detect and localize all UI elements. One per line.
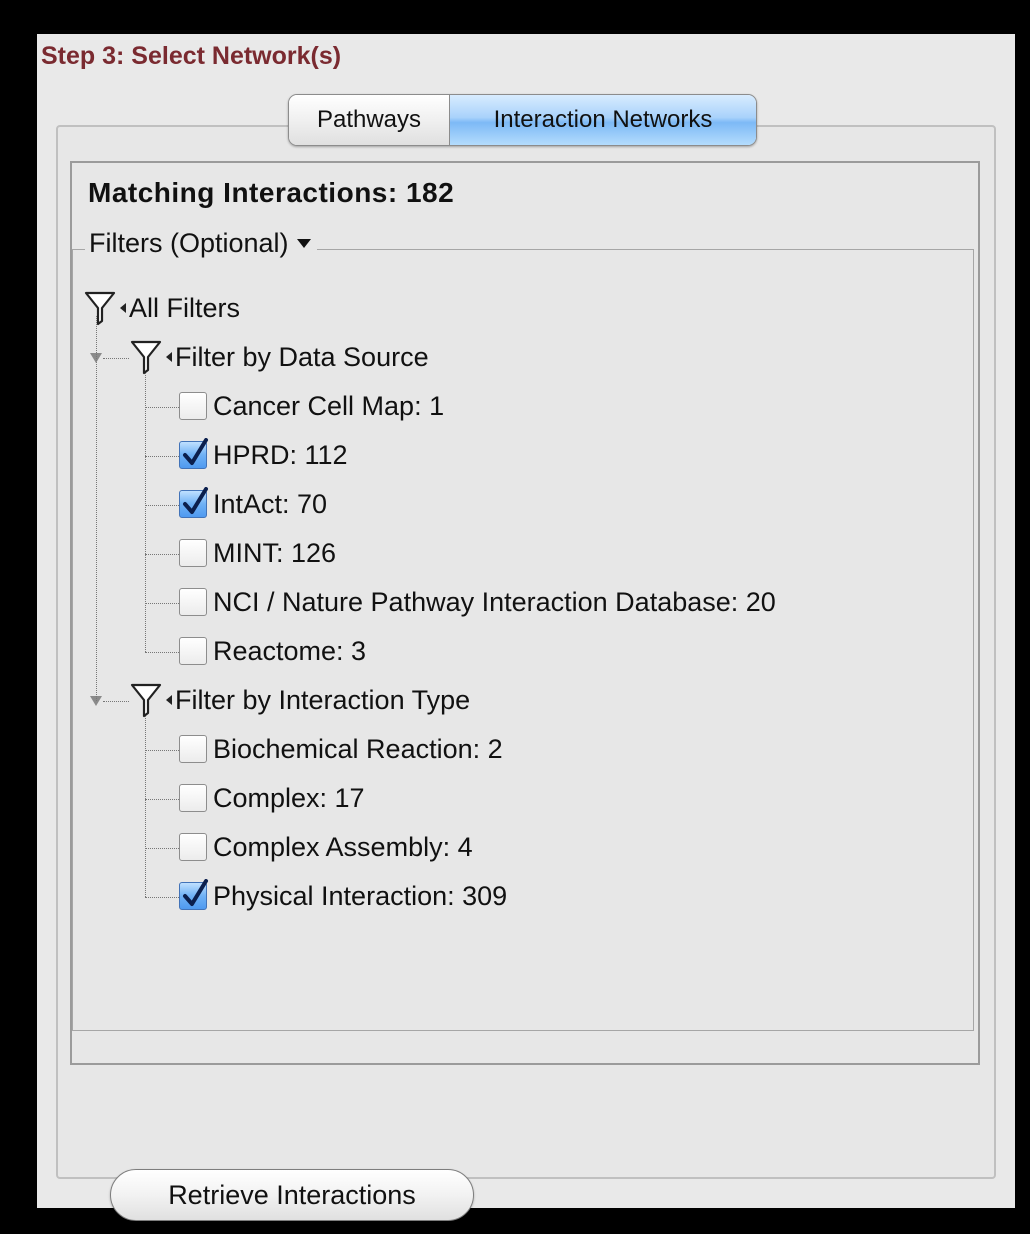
tree-connector bbox=[96, 316, 97, 701]
tree-connector bbox=[145, 554, 179, 555]
filter-checkbox[interactable] bbox=[179, 879, 208, 910]
filter-checkbox[interactable] bbox=[179, 833, 207, 861]
tree-connector bbox=[145, 456, 179, 457]
filter-item-label: NCI / Nature Pathway Interaction Databas… bbox=[213, 586, 776, 617]
funnel-icon bbox=[129, 337, 175, 377]
filter-item-complex-assembly[interactable]: Complex Assembly: 4 bbox=[179, 827, 473, 867]
filter-checkbox[interactable] bbox=[179, 784, 207, 812]
tree-connector bbox=[145, 505, 179, 506]
filter-item-hprd[interactable]: HPRD: 112 bbox=[179, 435, 348, 475]
filter-group-label: Filter by Interaction Type bbox=[175, 684, 471, 715]
filter-checkbox[interactable] bbox=[179, 588, 207, 616]
filter-item-label: Cancer Cell Map: 1 bbox=[213, 390, 445, 421]
retrieve-interactions-button[interactable]: Retrieve Interactions bbox=[110, 1169, 474, 1221]
filter-checkbox[interactable] bbox=[179, 438, 208, 469]
filter-item-reactome[interactable]: Reactome: 3 bbox=[179, 631, 366, 671]
filter-checkbox[interactable] bbox=[179, 392, 207, 420]
filter-item-complex[interactable]: Complex: 17 bbox=[179, 778, 365, 818]
filter-group-filter-by-interaction-type[interactable]: Filter by Interaction Type bbox=[129, 680, 470, 720]
tree-connector bbox=[145, 799, 179, 800]
tree-connector bbox=[145, 603, 179, 604]
filter-content-box: Matching Interactions: 182 Filters (Opti… bbox=[70, 161, 980, 1065]
step-title: Step 3: Select Network(s) bbox=[41, 42, 342, 70]
matching-interactions-count: Matching Interactions: 182 bbox=[88, 177, 455, 208]
tree-connector bbox=[145, 652, 179, 653]
filter-group-label: Filter by Data Source bbox=[175, 341, 429, 372]
chevron-down-icon bbox=[296, 239, 311, 248]
tree-connector bbox=[145, 750, 179, 751]
filter-checkbox[interactable] bbox=[179, 539, 207, 567]
funnel-icon bbox=[83, 288, 129, 328]
filter-item-label: HPRD: 112 bbox=[213, 439, 348, 470]
filter-item-nci-nature-pathway-interaction-database[interactable]: NCI / Nature Pathway Interaction Databas… bbox=[179, 582, 776, 622]
filters-group: Filters (Optional) All Filters Filter by … bbox=[72, 228, 974, 1031]
filter-item-label: MINT: 126 bbox=[213, 537, 337, 568]
tree-root-all-filters[interactable]: All Filters bbox=[83, 288, 240, 328]
tree-connector bbox=[103, 358, 129, 359]
tree-connector bbox=[145, 848, 179, 849]
filter-item-biochemical-reaction[interactable]: Biochemical Reaction: 2 bbox=[179, 729, 503, 769]
filter-item-label: Physical Interaction: 309 bbox=[213, 880, 508, 911]
tree-root-label: All Filters bbox=[129, 292, 241, 323]
filter-item-label: IntAct: 70 bbox=[213, 488, 328, 519]
filter-tree: All Filters Filter by Data Source Cancer C… bbox=[73, 250, 973, 1030]
filter-item-physical-interaction[interactable]: Physical Interaction: 309 bbox=[179, 876, 507, 916]
filter-item-mint[interactable]: MINT: 126 bbox=[179, 533, 336, 573]
select-network-window: Step 3: Select Network(s) Pathways Inter… bbox=[37, 34, 1015, 1221]
filter-group-filter-by-data-source[interactable]: Filter by Data Source bbox=[129, 337, 429, 377]
filter-item-label: Complex: 17 bbox=[213, 782, 365, 813]
filter-item-label: Biochemical Reaction: 2 bbox=[213, 733, 503, 764]
filter-item-intact[interactable]: IntAct: 70 bbox=[179, 484, 327, 524]
filter-checkbox[interactable] bbox=[179, 637, 207, 665]
filter-item-cancer-cell-map[interactable]: Cancer Cell Map: 1 bbox=[179, 386, 444, 426]
filter-checkbox[interactable] bbox=[179, 735, 207, 763]
tree-connector bbox=[103, 701, 129, 702]
funnel-icon bbox=[129, 680, 175, 720]
tab-pathways[interactable]: Pathways bbox=[289, 95, 450, 145]
tree-connector bbox=[145, 897, 179, 898]
filter-item-label: Reactome: 3 bbox=[213, 635, 367, 666]
tab-bar: Pathways Interaction Networks bbox=[288, 94, 757, 146]
filter-checkbox[interactable] bbox=[179, 487, 208, 518]
tree-connector bbox=[145, 373, 146, 652]
tree-connector bbox=[145, 716, 146, 897]
tab-interaction-networks[interactable]: Interaction Networks bbox=[450, 95, 756, 145]
filter-item-label: Complex Assembly: 4 bbox=[213, 831, 473, 862]
interaction-networks-panel: Matching Interactions: 182 Filters (Opti… bbox=[70, 161, 980, 1221]
tab-content-panel: Matching Interactions: 182 Filters (Opti… bbox=[56, 125, 996, 1221]
tree-connector bbox=[145, 407, 179, 408]
